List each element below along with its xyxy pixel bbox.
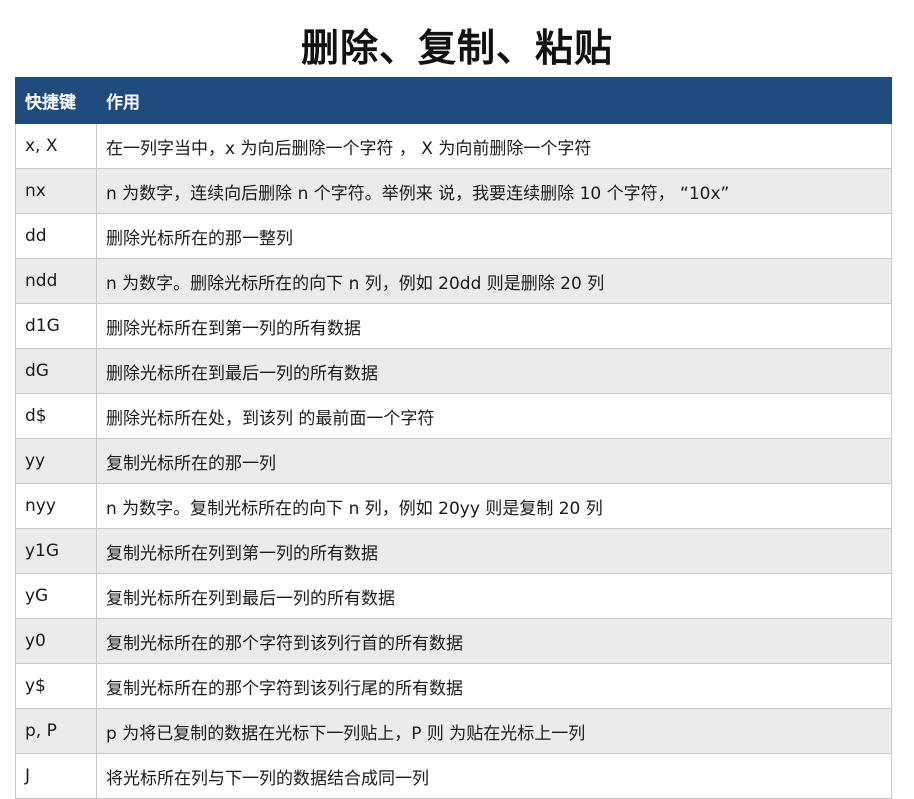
table-row: p, P p 为将已复制的数据在光标下一列贴上，P 则 为贴在光标上一列 [15,708,892,754]
shortcut-key-cell: y1G [15,528,97,574]
shortcut-key-cell: dG [15,348,97,394]
table-row: nyy n 为数字。复制光标所在的向下 n 列，例如 20yy 则是复制 20 … [15,483,892,529]
shortcut-key-cell: nyy [15,483,97,529]
shortcut-desc-cell: 复制光标所在的那个字符到该列行尾的所有数据 [96,663,892,709]
table-row: dG 删除光标所在到最后一列的所有数据 [15,348,892,394]
table-row: yy 复制光标所在的那一列 [15,438,892,484]
table-row: dd 删除光标所在的那一整列 [15,213,892,259]
header-shortcut: 快捷键 [15,77,97,124]
shortcut-desc-cell: 复制光标所在列到最后一列的所有数据 [96,573,892,619]
shortcut-desc-cell: 删除光标所在处，到该列 的最前面一个字符 [96,393,892,439]
shortcut-desc-cell: 复制光标所在的那一列 [96,438,892,484]
table-row: x, X 在一列字当中，x 为向后删除一个字符 ， X 为向前删除一个字符 [15,123,892,169]
shortcut-desc-cell: p 为将已复制的数据在光标下一列贴上，P 则 为贴在光标上一列 [96,708,892,754]
shortcut-key-cell: nx [15,168,97,214]
shortcut-desc-cell: n 为数字。删除光标所在的向下 n 列，例如 20dd 则是删除 20 列 [96,258,892,304]
shortcut-key-cell: ndd [15,258,97,304]
table-row: ndd n 为数字。删除光标所在的向下 n 列，例如 20dd 则是删除 20 … [15,258,892,304]
table-row: d1G 删除光标所在到第一列的所有数据 [15,303,892,349]
shortcut-desc-cell: 删除光标所在到第一列的所有数据 [96,303,892,349]
shortcut-key-cell: dd [15,213,97,259]
shortcut-table: 快捷键 作用 x, X 在一列字当中，x 为向后删除一个字符 ， X 为向前删除… [15,77,892,799]
table-row: y1G 复制光标所在列到第一列的所有数据 [15,528,892,574]
shortcut-desc-cell: 删除光标所在的那一整列 [96,213,892,259]
table-row: y0 复制光标所在的那个字符到该列行首的所有数据 [15,618,892,664]
shortcut-key-cell: x, X [15,123,97,169]
shortcut-key-cell: d$ [15,393,97,439]
table-row: J 将光标所在列与下一列的数据结合成同一列 [15,753,892,799]
table-row: nx n 为数字，连续向后删除 n 个字符。举例来 说，我要连续删除 10 个字… [15,168,892,214]
shortcut-key-cell: yy [15,438,97,484]
shortcut-desc-cell: 在一列字当中，x 为向后删除一个字符 ， X 为向前删除一个字符 [96,123,892,169]
table-row: y$ 复制光标所在的那个字符到该列行尾的所有数据 [15,663,892,709]
shortcut-desc-cell: n 为数字。复制光标所在的向下 n 列，例如 20yy 则是复制 20 列 [96,483,892,529]
shortcut-desc-cell: n 为数字，连续向后删除 n 个字符。举例来 说，我要连续删除 10 个字符， … [96,168,892,214]
table-header-row: 快捷键 作用 [15,77,892,124]
header-description: 作用 [96,77,892,124]
shortcut-desc-cell: 复制光标所在的那个字符到该列行首的所有数据 [96,618,892,664]
shortcut-key-cell: p, P [15,708,97,754]
shortcut-desc-cell: 删除光标所在到最后一列的所有数据 [96,348,892,394]
shortcut-key-cell: d1G [15,303,97,349]
shortcut-desc-cell: 将光标所在列与下一列的数据结合成同一列 [96,753,892,799]
page-title: 删除、复制、粘贴 [300,26,613,70]
shortcut-key-cell: y$ [15,663,97,709]
shortcut-key-cell: yG [15,573,97,619]
table-row: yG 复制光标所在列到最后一列的所有数据 [15,573,892,619]
table-row: d$ 删除光标所在处，到该列 的最前面一个字符 [15,393,892,439]
shortcut-desc-cell: 复制光标所在列到第一列的所有数据 [96,528,892,574]
shortcut-key-cell: y0 [15,618,97,664]
shortcut-key-cell: J [15,753,97,799]
